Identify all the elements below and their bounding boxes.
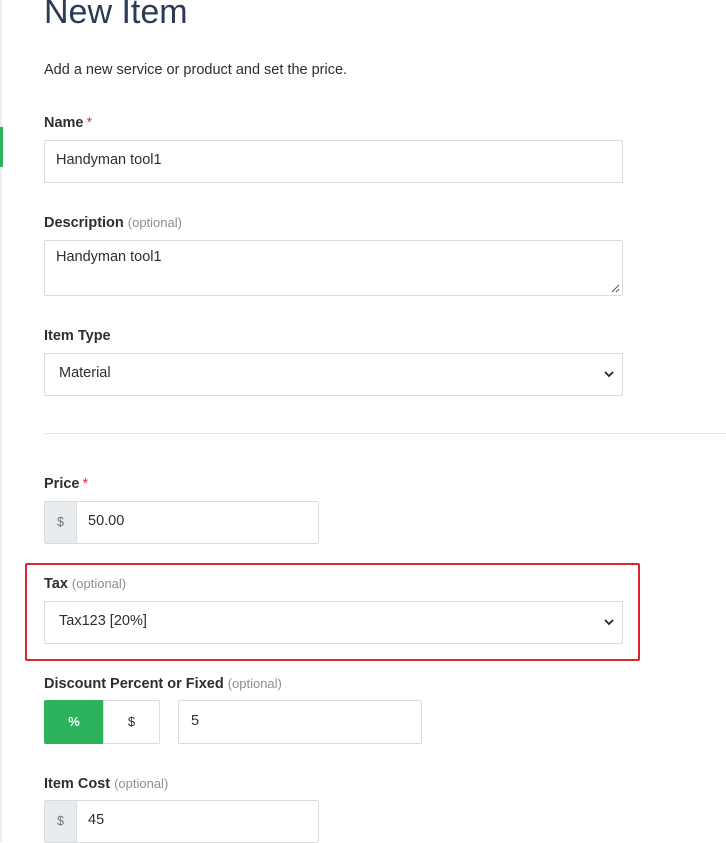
tax-label-text: Tax [44, 576, 68, 592]
item-cost-label-text: Item Cost [44, 776, 111, 792]
discount-label-text: Discount Percent or Fixed [44, 676, 224, 692]
price-label-text: Price [44, 476, 80, 492]
item-type-label: Item Type [44, 328, 111, 344]
discount-input[interactable]: 5 [178, 700, 422, 744]
discount-percent-toggle[interactable]: % [44, 700, 104, 744]
tax-selected-value: Tax123 [20%] [59, 613, 147, 629]
item-cost-currency-addon: $ [45, 801, 77, 842]
name-label: Name * [44, 114, 92, 132]
section-divider [44, 433, 726, 434]
active-section-indicator [0, 127, 3, 167]
price-currency-addon: $ [45, 502, 77, 543]
item-type-selected-value: Material [59, 365, 111, 381]
item-cost-input[interactable]: $ 45 [44, 800, 319, 843]
description-label-text: Description [44, 215, 124, 231]
name-input[interactable]: Handyman tool1 [44, 140, 623, 183]
item-cost-input-value: 45 [88, 812, 105, 828]
description-textarea-value: Handyman tool1 [56, 249, 162, 265]
optional-note: (optional) [127, 215, 182, 230]
tax-label: Tax (optional) [44, 575, 126, 593]
price-label: Price * [44, 475, 88, 493]
item-cost-label: Item Cost (optional) [44, 775, 168, 793]
item-type-select[interactable]: Material [44, 353, 623, 396]
discount-fixed-toggle[interactable]: $ [103, 700, 160, 744]
description-textarea[interactable]: Handyman tool1 [44, 240, 623, 296]
chevron-down-icon [604, 619, 614, 626]
page-title: New Item [44, 0, 188, 31]
required-mark: * [86, 115, 93, 131]
optional-note: (optional) [114, 776, 169, 791]
page-subtitle: Add a new service or product and set the… [44, 62, 348, 78]
optional-note: (optional) [227, 676, 282, 691]
required-mark: * [82, 476, 89, 492]
price-input[interactable]: $ 50.00 [44, 501, 319, 544]
resize-grip-icon[interactable] [611, 284, 620, 293]
chevron-down-icon [604, 371, 614, 378]
name-input-value: Handyman tool1 [56, 152, 162, 168]
tax-select[interactable]: Tax123 [20%] [44, 601, 623, 644]
price-input-value: 50.00 [88, 513, 125, 529]
optional-note: (optional) [71, 576, 127, 591]
name-label-text: Name [44, 115, 84, 131]
discount-label: Discount Percent or Fixed (optional) [44, 675, 282, 693]
description-label: Description (optional) [44, 214, 182, 232]
discount-input-value: 5 [191, 713, 200, 729]
